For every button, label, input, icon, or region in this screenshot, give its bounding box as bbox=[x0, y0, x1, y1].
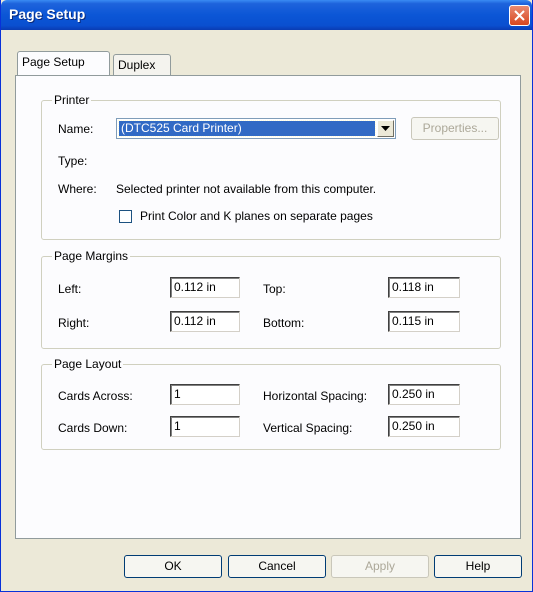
cards-down-label: Cards Down: bbox=[58, 421, 128, 435]
help-button[interactable]: Help bbox=[434, 555, 522, 578]
margin-right-input[interactable]: 0.112 in bbox=[170, 311, 240, 332]
printer-name-label: Name: bbox=[58, 122, 94, 136]
close-x-icon bbox=[514, 10, 525, 21]
printer-type-label: Type: bbox=[58, 154, 88, 168]
printer-group-title: Printer bbox=[52, 93, 92, 107]
tab-page-setup-label: Page Setup bbox=[22, 55, 85, 69]
tab-page-setup[interactable]: Page Setup bbox=[17, 51, 110, 75]
tab-duplex-label: Duplex bbox=[118, 58, 156, 72]
vertical-spacing-input[interactable]: 0.250 in bbox=[388, 416, 460, 437]
horizontal-spacing-input[interactable]: 0.250 in bbox=[388, 384, 460, 405]
separate-pages-checkbox[interactable] bbox=[119, 210, 132, 223]
tab-panel-page-setup: Printer Name: (DTC525 Card Printer) Prop… bbox=[15, 75, 521, 539]
printer-name-value: (DTC525 Card Printer) bbox=[118, 120, 376, 137]
title-bar[interactable]: Page Setup bbox=[1, 0, 532, 30]
cards-across-label: Cards Across: bbox=[58, 389, 133, 403]
close-button[interactable] bbox=[509, 5, 530, 26]
cards-down-input[interactable]: 1 bbox=[170, 416, 240, 437]
horizontal-spacing-label: Horizontal Spacing: bbox=[263, 389, 368, 403]
printer-name-dropdown[interactable]: (DTC525 Card Printer) bbox=[116, 118, 396, 139]
ok-button[interactable]: OK bbox=[124, 555, 222, 578]
page-margins-group-title: Page Margins bbox=[52, 249, 131, 263]
margin-top-label: Top: bbox=[263, 282, 286, 296]
page-setup-dialog: Page Setup Page Setup Duplex Printer Nam… bbox=[0, 0, 533, 592]
printer-where-label: Where: bbox=[58, 182, 97, 196]
vertical-spacing-label: Vertical Spacing: bbox=[263, 421, 353, 435]
margin-left-label: Left: bbox=[58, 282, 82, 296]
margin-top-input[interactable]: 0.118 in bbox=[388, 277, 460, 298]
apply-button[interactable]: Apply bbox=[331, 555, 429, 578]
page-layout-group-title: Page Layout bbox=[52, 357, 124, 371]
margin-right-label: Right: bbox=[58, 316, 90, 330]
separate-pages-label: Print Color and K planes on separate pag… bbox=[140, 209, 373, 223]
printer-group: Printer Name: (DTC525 Card Printer) Prop… bbox=[41, 93, 501, 240]
tab-duplex[interactable]: Duplex bbox=[113, 54, 171, 75]
margin-bottom-input[interactable]: 0.115 in bbox=[388, 311, 460, 332]
dialog-title: Page Setup bbox=[9, 6, 86, 22]
page-layout-group: Page Layout Cards Across: 1 Horizontal S… bbox=[41, 357, 501, 450]
chevron-down-icon bbox=[381, 126, 390, 131]
cards-across-input[interactable]: 1 bbox=[170, 384, 240, 405]
dropdown-arrow-button[interactable] bbox=[377, 120, 394, 137]
margin-bottom-label: Bottom: bbox=[263, 316, 305, 330]
margin-left-input[interactable]: 0.112 in bbox=[170, 277, 240, 298]
printer-where-value: Selected printer not available from this… bbox=[116, 182, 377, 196]
cancel-button[interactable]: Cancel bbox=[228, 555, 326, 578]
page-margins-group: Page Margins Left: 0.112 in Top: 0.118 i… bbox=[41, 249, 501, 349]
properties-button[interactable]: Properties... bbox=[411, 117, 499, 140]
